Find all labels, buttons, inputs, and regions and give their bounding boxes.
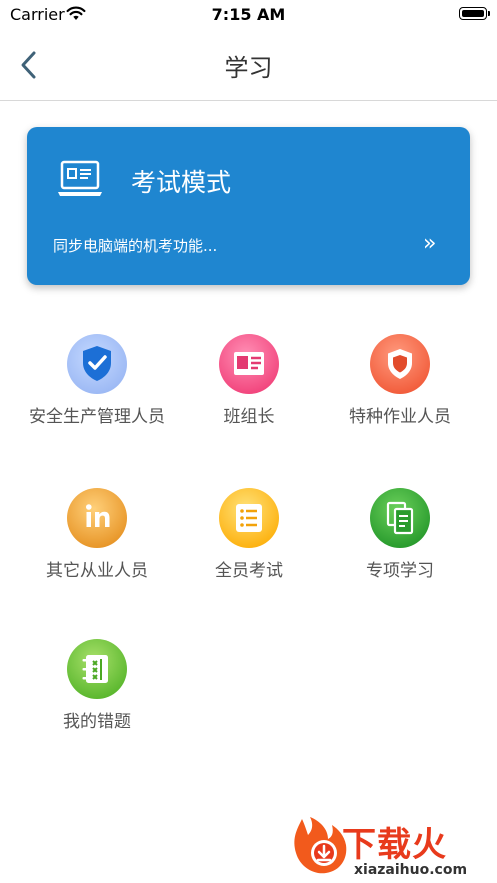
grid-item-label: 全员考试	[215, 561, 283, 581]
grid-item-all-staff-exam[interactable]: 全员考试	[166, 488, 332, 608]
status-time: 7:15 AM	[211, 5, 286, 24]
grid-item-label: 我的错题	[63, 712, 131, 732]
double-chevron-right-icon: »	[423, 231, 437, 256]
status-bar: Carrier 7:15 AM	[0, 0, 497, 28]
grid-item-label: 专项学习	[366, 561, 434, 581]
shield-icon	[370, 334, 430, 394]
linkedin-icon	[67, 488, 127, 548]
documents-icon	[370, 488, 430, 548]
watermark: 下载火 xiazaihuo.com	[292, 815, 492, 883]
grid-item-label: 特种作业人员	[349, 407, 451, 427]
grid-item-special-operators[interactable]: 特种作业人员	[317, 334, 483, 454]
checklist-icon	[219, 488, 279, 548]
battery-icon	[459, 7, 490, 20]
flame-logo-icon	[292, 815, 348, 881]
laptop-icon	[57, 159, 103, 203]
grid-item-label: 安全生产管理人员	[29, 407, 165, 427]
grid-item-other-workers[interactable]: 其它从业人员	[14, 488, 180, 608]
exam-mode-title: 考试模式	[131, 168, 232, 197]
grid-item-my-mistakes[interactable]: 我的错题	[14, 639, 180, 759]
watermark-url: xiazaihuo.com	[354, 862, 468, 878]
exam-mode-card[interactable]: 考试模式 同步电脑端的机考功能... »	[27, 127, 470, 285]
grid-item-label: 班组长	[223, 407, 275, 427]
error-notebook-icon	[67, 639, 127, 699]
shield-check-icon	[67, 334, 127, 394]
exam-mode-subtitle: 同步电脑端的机考功能...	[53, 237, 218, 255]
id-card-icon	[219, 334, 279, 394]
grid-item-special-study[interactable]: 专项学习	[317, 488, 483, 608]
grid-item-label: 其它从业人员	[46, 561, 148, 581]
grid-item-team-leader[interactable]: 班组长	[166, 334, 332, 454]
watermark-text: 下载火	[342, 825, 447, 865]
page-title: 学习	[224, 54, 273, 82]
grid-item-safety-managers[interactable]: 安全生产管理人员	[14, 334, 180, 454]
navigation-bar: 学习	[0, 28, 497, 101]
